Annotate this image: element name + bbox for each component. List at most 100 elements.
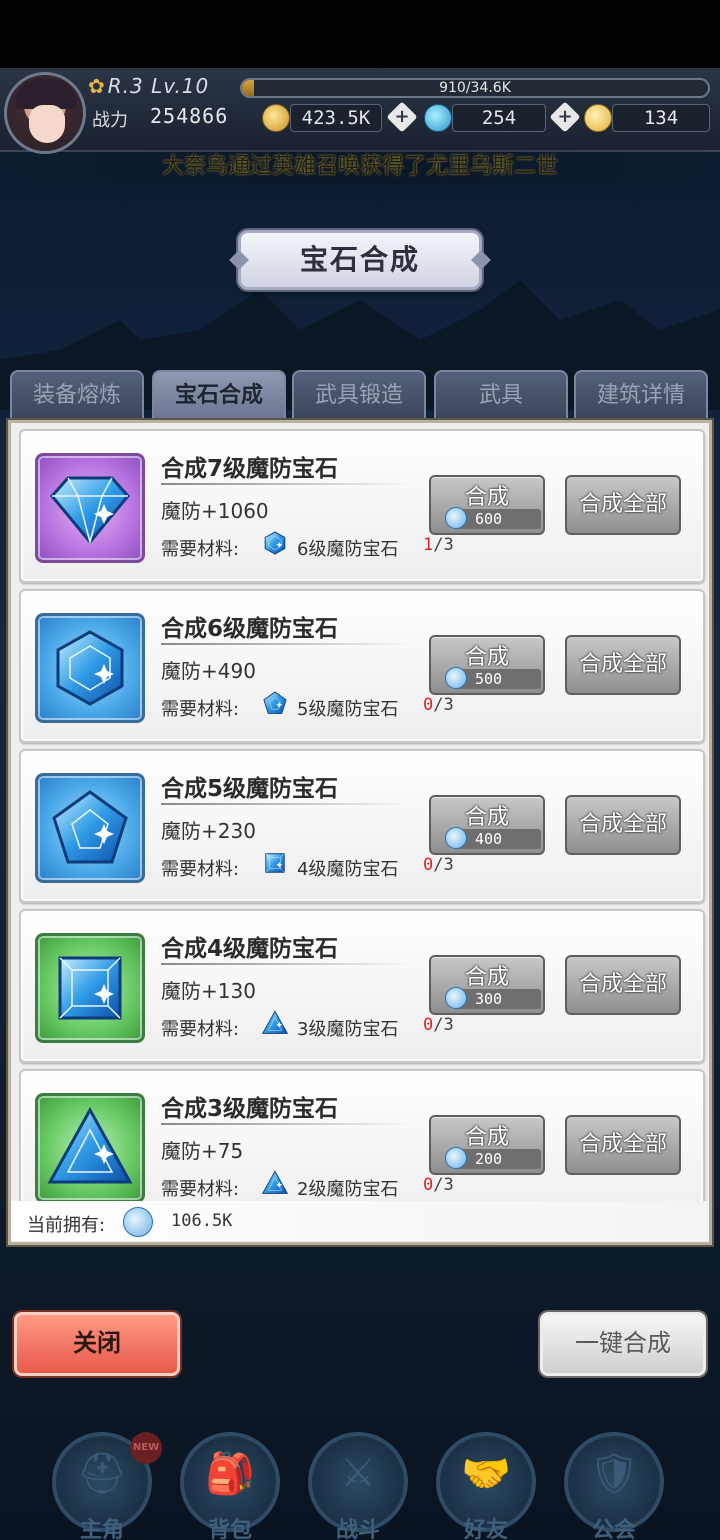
material-gem-icon [259, 847, 291, 879]
nav-crossed-swords[interactable]: ⚔ 战斗 [308, 1432, 408, 1540]
crystal-cost-icon [445, 507, 467, 529]
material-have: 0 [423, 1175, 434, 1195]
synthesize-all-button[interactable]: 合成全部 [565, 795, 681, 855]
square-gem-icon [35, 933, 145, 1043]
add-gold-button[interactable]: + [386, 101, 418, 133]
recipe-title: 合成7级魔防宝石 [161, 456, 339, 482]
crossed-swords-icon: ⚔ [340, 1450, 376, 1496]
synthesize-all-button[interactable]: 合成全部 [565, 635, 681, 695]
recipe-card: 合成7级魔防宝石 魔防+1060 需要材料: 6级魔防宝石 1/3 合成 600 合成全部 [19, 429, 705, 583]
synthesis-panel: 合成7级魔防宝石 魔防+1060 需要材料: 6级魔防宝石 1/3 合成 600 合成全部 合成… [8, 420, 712, 1245]
nav-backpack[interactable]: 🎒 背包 [180, 1432, 280, 1540]
nav-label: 公会 [591, 1518, 636, 1540]
diamond-amount: 254 [452, 104, 546, 132]
tab-weapon-forging[interactable]: 武具锻造 [292, 370, 426, 420]
synthesize-button[interactable]: 合成 200 [429, 1115, 545, 1175]
material-count: 0/3 [423, 855, 454, 875]
tab-equipment-smelting[interactable]: 装备熔炼 [10, 370, 144, 420]
synthesize-label: 合成 [464, 1125, 509, 1150]
crystal-cost-icon [445, 1147, 467, 1169]
synthesize-label: 合成 [464, 645, 509, 670]
backpack-icon: 🎒 [205, 1451, 255, 1497]
synthesize-label: 合成 [464, 965, 509, 990]
nav-handshake[interactable]: 🤝 好友 [436, 1432, 536, 1540]
gold-coin-icon [262, 104, 290, 132]
synthesize-all-button[interactable]: 合成全部 [565, 955, 681, 1015]
material-have: 0 [423, 1015, 434, 1035]
material-have: 0 [423, 695, 434, 715]
material-count: 1/3 [423, 535, 454, 555]
material-gem-icon [259, 687, 291, 719]
synthesize-label: 合成 [464, 485, 509, 510]
recipe-title: 合成3级魔防宝石 [161, 1096, 339, 1122]
material-gem-icon [259, 1167, 291, 1199]
material-need: /3 [433, 535, 454, 555]
power-value: 254866 [150, 104, 229, 128]
title-divider [161, 803, 411, 805]
player-rank: ✿ R.3 Lv.10 [88, 74, 209, 98]
owned-label: 当前拥有: [27, 1215, 106, 1236]
diamond-icon [424, 104, 452, 132]
close-button[interactable]: 关闭 [14, 1312, 180, 1376]
tab-gem-synthesis[interactable]: 宝石合成 [152, 370, 286, 420]
material-have: 1 [423, 535, 434, 555]
crystal-cost-icon [445, 827, 467, 849]
rank-star-icon: ✿ [88, 74, 106, 98]
one-key-synthesis-button[interactable]: 一键合成 [540, 1312, 706, 1376]
required-label: 需要材料: [161, 1179, 240, 1200]
synthesize-all-button[interactable]: 合成全部 [565, 475, 681, 535]
tab-weapons[interactable]: 武具 [434, 370, 568, 420]
title-divider [161, 1123, 411, 1125]
new-badge: NEW [130, 1432, 162, 1464]
recipe-stat: 魔防+230 [161, 819, 256, 843]
synthesize-all-button[interactable]: 合成全部 [565, 1115, 681, 1175]
crystal-cost-icon [445, 667, 467, 689]
recipe-card: 合成3级魔防宝石 魔防+75 需要材料: 2级魔防宝石 0/3 合成 200 合成全部 [19, 1069, 705, 1201]
recipe-stat: 魔防+75 [161, 1139, 244, 1163]
material-need: /3 [433, 855, 454, 875]
player-avatar[interactable] [4, 72, 86, 154]
recipe-stat: 魔防+130 [161, 979, 256, 1003]
title-divider [161, 643, 411, 645]
guild-emblem-icon: 🛡 [588, 1451, 640, 1497]
xp-bar: 910/34.6K [240, 78, 710, 98]
add-diamond-button[interactable]: + [549, 101, 581, 133]
announcement-marquee: 大奈鸟通过英雄召唤获得了尤里乌斯二世 [0, 150, 720, 184]
recipe-title: 合成6级魔防宝石 [161, 616, 339, 642]
required-label: 需要材料: [161, 699, 240, 720]
material-have: 0 [423, 855, 434, 875]
triangle-gem-icon [35, 1093, 145, 1201]
nav-label: 战斗 [335, 1518, 380, 1540]
recipe-card: 合成4级魔防宝石 魔防+130 需要材料: 3级魔防宝石 0/3 合成 300 合成全部 [19, 909, 705, 1063]
crystal-currency-icon [123, 1207, 153, 1237]
crystal-cost-icon [445, 987, 467, 1009]
synthesize-button[interactable]: 合成 600 [429, 475, 545, 535]
game-screen: ✿ R.3 Lv.10 910/34.6K 战力 254866 423.5K + … [0, 0, 720, 1540]
material-name: 3级魔防宝石 [297, 1019, 399, 1040]
material-name: 2级魔防宝石 [297, 1179, 399, 1200]
synthesize-button[interactable]: 合成 400 [429, 795, 545, 855]
recipe-card: 合成6级魔防宝石 魔防+490 需要材料: 5级魔防宝石 0/3 合成 500 合成全部 [19, 589, 705, 743]
owned-bar: 当前拥有: 106.5K [11, 1201, 709, 1241]
xp-text: 910/34.6K [439, 80, 511, 96]
rank-text: R.3 Lv.10 [107, 74, 210, 98]
synthesize-button[interactable]: 合成 500 [429, 635, 545, 695]
token-amount: 134 [612, 104, 710, 132]
synthesize-button[interactable]: 合成 300 [429, 955, 545, 1015]
material-count: 0/3 [423, 695, 454, 715]
nav-guild-emblem[interactable]: 🛡 公会 [564, 1432, 664, 1540]
recipe-stat: 魔防+490 [161, 659, 256, 683]
material-gem-icon [259, 1007, 291, 1039]
pentagon-gem-icon [35, 773, 145, 883]
handshake-icon: 🤝 [461, 1451, 511, 1497]
material-gem-icon [259, 527, 291, 559]
title-divider [161, 963, 411, 965]
material-count: 0/3 [423, 1175, 454, 1195]
tab-building-details[interactable]: 建筑详情 [574, 370, 708, 420]
material-name: 6级魔防宝石 [297, 539, 399, 560]
recipe-list[interactable]: 合成7级魔防宝石 魔防+1060 需要材料: 6级魔防宝石 1/3 合成 600 合成全部 合成… [19, 429, 707, 1201]
recipe-stat: 魔防+1060 [161, 499, 269, 523]
required-label: 需要材料: [161, 859, 240, 880]
recipe-title: 合成5级魔防宝石 [161, 776, 339, 802]
gold-amount: 423.5K [290, 104, 382, 132]
